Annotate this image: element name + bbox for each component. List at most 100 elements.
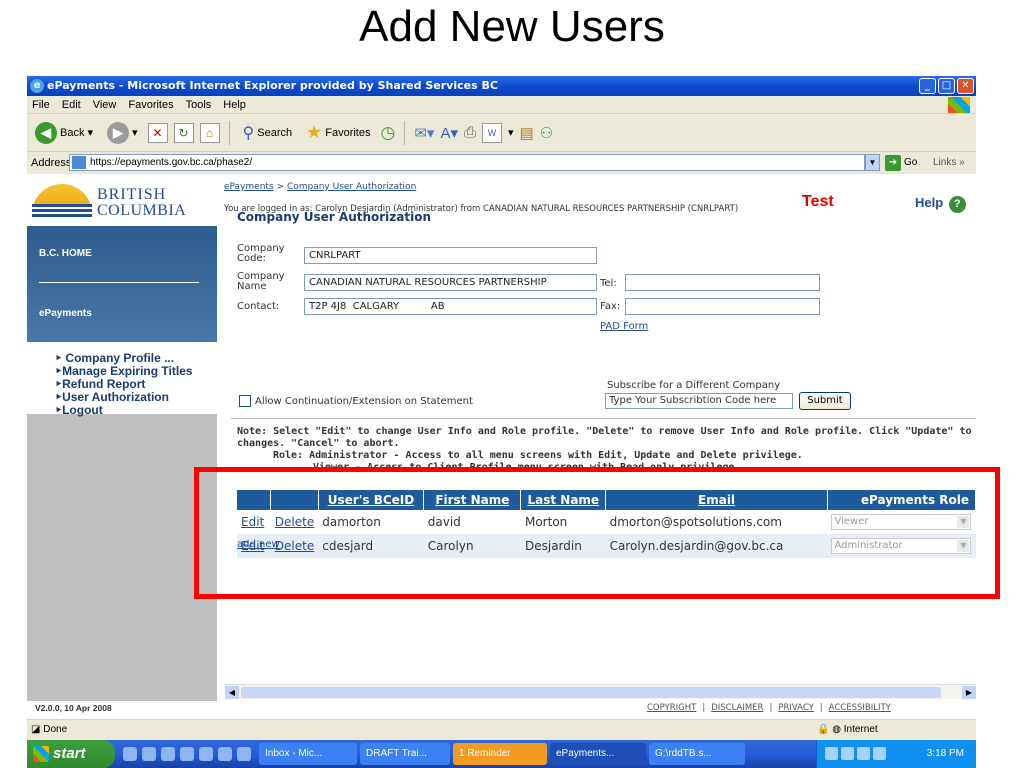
company-code-field[interactable]: CNRLPART: [304, 247, 597, 264]
footer-privacy[interactable]: PRIVACY: [778, 703, 813, 713]
home-icon[interactable]: ⌂: [199, 122, 220, 143]
back-button[interactable]: ◀ Back ▾: [31, 120, 97, 146]
task-reminder[interactable]: 1 Reminder: [453, 743, 547, 765]
close-button[interactable]: ✕: [957, 78, 974, 94]
search-label: Search: [257, 126, 293, 139]
slide-title: Add New Users: [359, 2, 665, 51]
task-inbox[interactable]: Inbox - Mic...: [259, 743, 357, 765]
version-label: V2.0.0, 10 Apr 2008: [35, 703, 112, 713]
quick-launch-icon[interactable]: [237, 747, 251, 761]
back-label: Back: [60, 126, 85, 139]
breadcrumb-current[interactable]: Company User Authorization: [287, 182, 416, 192]
contact-field[interactable]: T2P 4J8 CALGARY AB: [304, 298, 597, 315]
menu-favorites[interactable]: Favorites: [128, 96, 173, 113]
web-page: BRITISH COLUMBIA B.C. HOME ePayments ‣ C…: [27, 174, 976, 719]
links-button[interactable]: Links »: [933, 153, 965, 173]
minimize-button[interactable]: _: [919, 78, 936, 94]
quick-launch-icon[interactable]: [142, 747, 156, 761]
forward-button[interactable]: ▶ ▾: [103, 120, 142, 146]
subscribe-title: Subscribe for a Different Company: [607, 380, 781, 391]
scroll-left-icon[interactable]: ◀: [225, 686, 239, 699]
left-navigation: BRITISH COLUMBIA B.C. HOME ePayments ‣ C…: [27, 174, 217, 701]
messenger-icon[interactable]: ⚇: [540, 124, 553, 142]
maximize-button[interactable]: □: [938, 78, 955, 94]
search-button[interactable]: ⚲ Search: [239, 121, 297, 145]
nav-divider: [39, 282, 199, 283]
quick-launch-icon[interactable]: [161, 747, 175, 761]
links-label: Links: [933, 157, 957, 168]
stop-icon[interactable]: ✕: [147, 122, 168, 143]
footer-disclaimer[interactable]: DISCLAIMER: [711, 703, 763, 713]
status-bar: ◪ Done 🔒 ◍ Internet: [27, 719, 976, 739]
tray-icon[interactable]: [841, 747, 854, 760]
mail-icon[interactable]: ✉▾: [414, 124, 434, 142]
research-icon[interactable]: ▤: [520, 124, 534, 142]
go-button[interactable]: ➔ Go: [885, 155, 917, 171]
scroll-thumb[interactable]: [241, 687, 941, 698]
start-label: start: [53, 745, 86, 762]
security-zone: 🔒 ◍ Internet: [817, 720, 878, 740]
clock: 3:18 PM: [926, 748, 964, 759]
note-line-1: Note: Select "Edit" to change User Info …: [237, 426, 976, 437]
logo-waves-icon: [32, 204, 92, 218]
quick-launch-icon[interactable]: [199, 747, 213, 761]
fax-field[interactable]: [625, 298, 820, 315]
quick-launch-icon[interactable]: [123, 747, 137, 761]
breadcrumb: ePayments > Company User Authorization: [224, 182, 416, 192]
highlight-annotation: [194, 467, 1000, 599]
nav-logout[interactable]: ‣Logout: [55, 404, 193, 417]
address-input[interactable]: https://epayments.gov.bc.ca/phase2/: [69, 154, 865, 171]
allow-continuation-checkbox[interactable]: [239, 395, 251, 407]
tray-icon[interactable]: [873, 747, 886, 760]
dropdown-arrow-icon[interactable]: ▾: [508, 126, 514, 139]
footer-accessibility[interactable]: ACCESSIBILITY: [829, 703, 891, 713]
submit-button[interactable]: Submit: [799, 392, 851, 410]
help-link[interactable]: Help ?: [915, 195, 966, 213]
windows-logo-icon: [33, 746, 49, 762]
task-epayments[interactable]: ePayments...: [550, 743, 646, 765]
favorites-button[interactable]: ★ Favorites: [302, 120, 374, 145]
font-size-icon[interactable]: A▾: [440, 124, 458, 142]
bc-home-link[interactable]: B.C. HOME: [39, 248, 92, 259]
quick-launch-icon[interactable]: [180, 747, 194, 761]
start-button[interactable]: start: [27, 740, 115, 768]
horizontal-scrollbar[interactable]: ◀ ▶: [225, 684, 976, 699]
menu-view[interactable]: View: [93, 96, 117, 113]
scroll-right-icon[interactable]: ▶: [962, 686, 976, 699]
history-icon[interactable]: ◷: [381, 123, 396, 143]
word-icon[interactable]: W: [482, 122, 503, 143]
breadcrumb-home[interactable]: ePayments: [224, 182, 274, 192]
page-title: Company User Authorization: [237, 210, 432, 224]
tel-field[interactable]: [625, 274, 820, 291]
toolbar-separator: [228, 120, 230, 145]
footer-copyright[interactable]: COPYRIGHT: [647, 703, 696, 713]
subscription-code-input[interactable]: Type Your Subscribtion Code here: [605, 393, 793, 409]
menu-edit[interactable]: Edit: [62, 96, 81, 113]
print-icon[interactable]: ⎙: [464, 124, 476, 141]
page-done-icon: ◪: [31, 724, 41, 735]
quick-launch-icon[interactable]: [218, 747, 232, 761]
address-bar: Address https://epayments.gov.bc.ca/phas…: [27, 153, 976, 173]
menu-file[interactable]: File: [32, 96, 50, 113]
address-dropdown[interactable]: ▼: [865, 154, 880, 171]
refresh-icon[interactable]: ↻: [173, 122, 194, 143]
windows-logo-icon: [948, 97, 970, 113]
nav-banner: B.C. HOME ePayments: [27, 226, 217, 342]
task-draft[interactable]: DRAFT Trai...: [360, 743, 450, 765]
lock-icon: 🔒: [817, 724, 830, 735]
menu-tools[interactable]: Tools: [186, 96, 212, 113]
task-explorer[interactable]: G:\rddTB.s...: [649, 743, 745, 765]
tray-icon[interactable]: [857, 747, 870, 760]
zone-label: Internet: [843, 724, 878, 735]
menu-help[interactable]: Help: [223, 96, 246, 113]
tray-icon[interactable]: [825, 747, 838, 760]
breadcrumb-separator: >: [276, 182, 285, 192]
search-icon: ⚲: [242, 124, 255, 142]
pad-form-link[interactable]: PAD Form: [600, 321, 648, 332]
bc-logo[interactable]: BRITISH COLUMBIA: [27, 174, 217, 226]
address-label: Address: [31, 157, 72, 169]
contact-label: Contact:: [237, 301, 280, 312]
company-name-field[interactable]: CANADIAN NATURAL RESOURCES PARTNERSHIP: [304, 274, 597, 291]
company-name-label: Company Name: [237, 271, 285, 292]
go-arrow-icon: ➔: [885, 155, 901, 171]
